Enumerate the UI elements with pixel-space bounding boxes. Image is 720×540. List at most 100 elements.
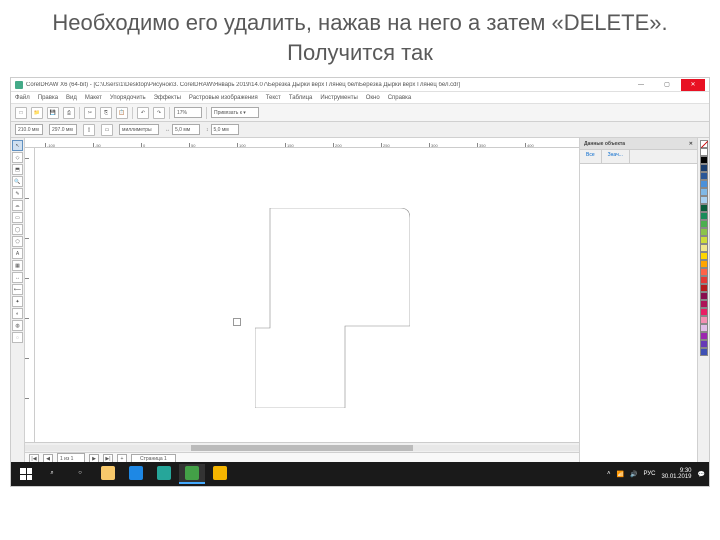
color-swatch[interactable]	[700, 164, 708, 172]
taskbar-coreldraw[interactable]	[179, 464, 205, 484]
tray-action-center-icon[interactable]: 💬	[698, 471, 705, 478]
color-swatch[interactable]	[700, 300, 708, 308]
copy-button[interactable]: ⎘	[100, 107, 112, 119]
drawn-shape[interactable]	[255, 208, 410, 408]
redo-button[interactable]: ↷	[153, 107, 165, 119]
color-swatch[interactable]	[700, 348, 708, 356]
color-swatch[interactable]	[700, 220, 708, 228]
ruler-horizontal[interactable]: -100-50050100150200250300350400	[25, 138, 579, 148]
landscape-button[interactable]: ▭	[101, 124, 113, 136]
color-swatch[interactable]	[700, 252, 708, 260]
ruler-vertical[interactable]	[25, 148, 35, 442]
color-swatch[interactable]	[700, 172, 708, 180]
taskbar-store[interactable]	[151, 464, 177, 484]
docker-tab-values[interactable]: Знач...	[602, 150, 630, 163]
text-tool[interactable]: A	[12, 248, 23, 259]
page-height-field[interactable]: 297.0 мм	[49, 124, 77, 135]
color-swatch[interactable]	[700, 228, 708, 236]
eyedropper-tool[interactable]: ◐	[12, 308, 23, 319]
zoom-field[interactable]: 17%	[174, 107, 202, 118]
fill-tool[interactable]: ◍	[12, 320, 23, 331]
crop-tool[interactable]: ⬒	[12, 164, 23, 175]
print-button[interactable]: ⎙	[63, 107, 75, 119]
taskbar-file-explorer[interactable]	[95, 464, 121, 484]
nudge-y-field[interactable]: 5,0 мм	[211, 124, 239, 135]
menu-view[interactable]: Вид	[66, 95, 77, 101]
new-button[interactable]: □	[15, 107, 27, 119]
menu-tools[interactable]: Инструменты	[320, 95, 357, 101]
units-dropdown[interactable]: миллиметры	[119, 124, 159, 135]
color-swatch[interactable]	[700, 196, 708, 204]
color-swatch[interactable]	[700, 340, 708, 348]
dimension-tool[interactable]: ↔	[12, 272, 23, 283]
color-swatch[interactable]	[700, 332, 708, 340]
menu-window[interactable]: Окно	[366, 95, 380, 101]
color-swatch[interactable]	[700, 180, 708, 188]
color-swatch[interactable]	[700, 284, 708, 292]
color-swatch[interactable]	[700, 308, 708, 316]
color-swatch[interactable]	[700, 316, 708, 324]
taskbar-search[interactable]: ⌕	[39, 464, 65, 484]
docker-close-icon[interactable]: ✕	[689, 141, 693, 147]
taskbar-chrome[interactable]	[207, 464, 233, 484]
menu-text[interactable]: Текст	[266, 95, 281, 101]
freehand-tool[interactable]: ✎	[12, 188, 23, 199]
menu-help[interactable]: Справка	[388, 95, 412, 101]
color-swatch[interactable]	[700, 212, 708, 220]
page-width-field[interactable]: 210.0 мм	[15, 124, 43, 135]
save-button[interactable]: 💾	[47, 107, 59, 119]
docker-tab-all[interactable]: Все	[580, 150, 602, 163]
paste-button[interactable]: 📋	[116, 107, 128, 119]
tray-language[interactable]: РУС	[643, 471, 655, 477]
color-swatch[interactable]	[700, 188, 708, 196]
small-rectangle-object[interactable]	[233, 318, 241, 326]
ellipse-tool[interactable]: ◯	[12, 224, 23, 235]
tray-network-icon[interactable]: 📶	[617, 471, 624, 478]
color-swatch[interactable]	[700, 276, 708, 284]
drawing-canvas[interactable]	[35, 148, 579, 442]
color-swatch[interactable]	[700, 268, 708, 276]
menu-effects[interactable]: Эффекты	[154, 95, 181, 101]
nudge-x-field[interactable]: 5,0 мм	[172, 124, 200, 135]
start-button[interactable]	[15, 464, 37, 484]
portrait-button[interactable]: ▯	[83, 124, 95, 136]
close-button[interactable]: ✕	[681, 79, 705, 91]
smart-tool[interactable]: ⌓	[12, 200, 23, 211]
maximize-button[interactable]: ▢	[655, 79, 679, 91]
cut-button[interactable]: ✂	[84, 107, 96, 119]
outline-tool[interactable]: ◌	[12, 332, 23, 343]
menu-arrange[interactable]: Упорядочить	[110, 95, 146, 101]
polygon-tool[interactable]: ⬠	[12, 236, 23, 247]
menu-table[interactable]: Таблица	[289, 95, 313, 101]
scrollbar-horizontal[interactable]	[25, 442, 579, 452]
swatch-none[interactable]	[700, 140, 708, 148]
color-swatch[interactable]	[700, 236, 708, 244]
shape-tool[interactable]: ◇	[12, 152, 23, 163]
menu-file[interactable]: Файл	[15, 95, 30, 101]
color-swatch[interactable]	[700, 244, 708, 252]
tray-expand-icon[interactable]: ˄	[607, 471, 611, 477]
effects-tool[interactable]: ✦	[12, 296, 23, 307]
minimize-button[interactable]: —	[629, 79, 653, 91]
color-swatch[interactable]	[700, 148, 708, 156]
taskbar-edge[interactable]	[123, 464, 149, 484]
tray-date[interactable]: 30.01.2019	[661, 474, 691, 480]
connector-tool[interactable]: ⟵	[12, 284, 23, 295]
color-swatch[interactable]	[700, 204, 708, 212]
pick-tool[interactable]: ↖	[12, 140, 23, 151]
snap-dropdown[interactable]: Привязать к ▾	[211, 107, 259, 118]
zoom-tool[interactable]: 🔍	[12, 176, 23, 187]
menu-bitmaps[interactable]: Растровые изображения	[189, 95, 258, 101]
tray-volume-icon[interactable]: 🔊	[630, 471, 637, 478]
menu-edit[interactable]: Правка	[38, 95, 58, 101]
taskbar-cortana[interactable]: ○	[67, 464, 93, 484]
color-swatch[interactable]	[700, 292, 708, 300]
color-swatch[interactable]	[700, 156, 708, 164]
color-swatch[interactable]	[700, 260, 708, 268]
undo-button[interactable]: ↶	[137, 107, 149, 119]
open-button[interactable]: 📁	[31, 107, 43, 119]
color-swatch[interactable]	[700, 324, 708, 332]
table-tool[interactable]: ▦	[12, 260, 23, 271]
menu-layout[interactable]: Макет	[85, 95, 102, 101]
rectangle-tool[interactable]: ▭	[12, 212, 23, 223]
